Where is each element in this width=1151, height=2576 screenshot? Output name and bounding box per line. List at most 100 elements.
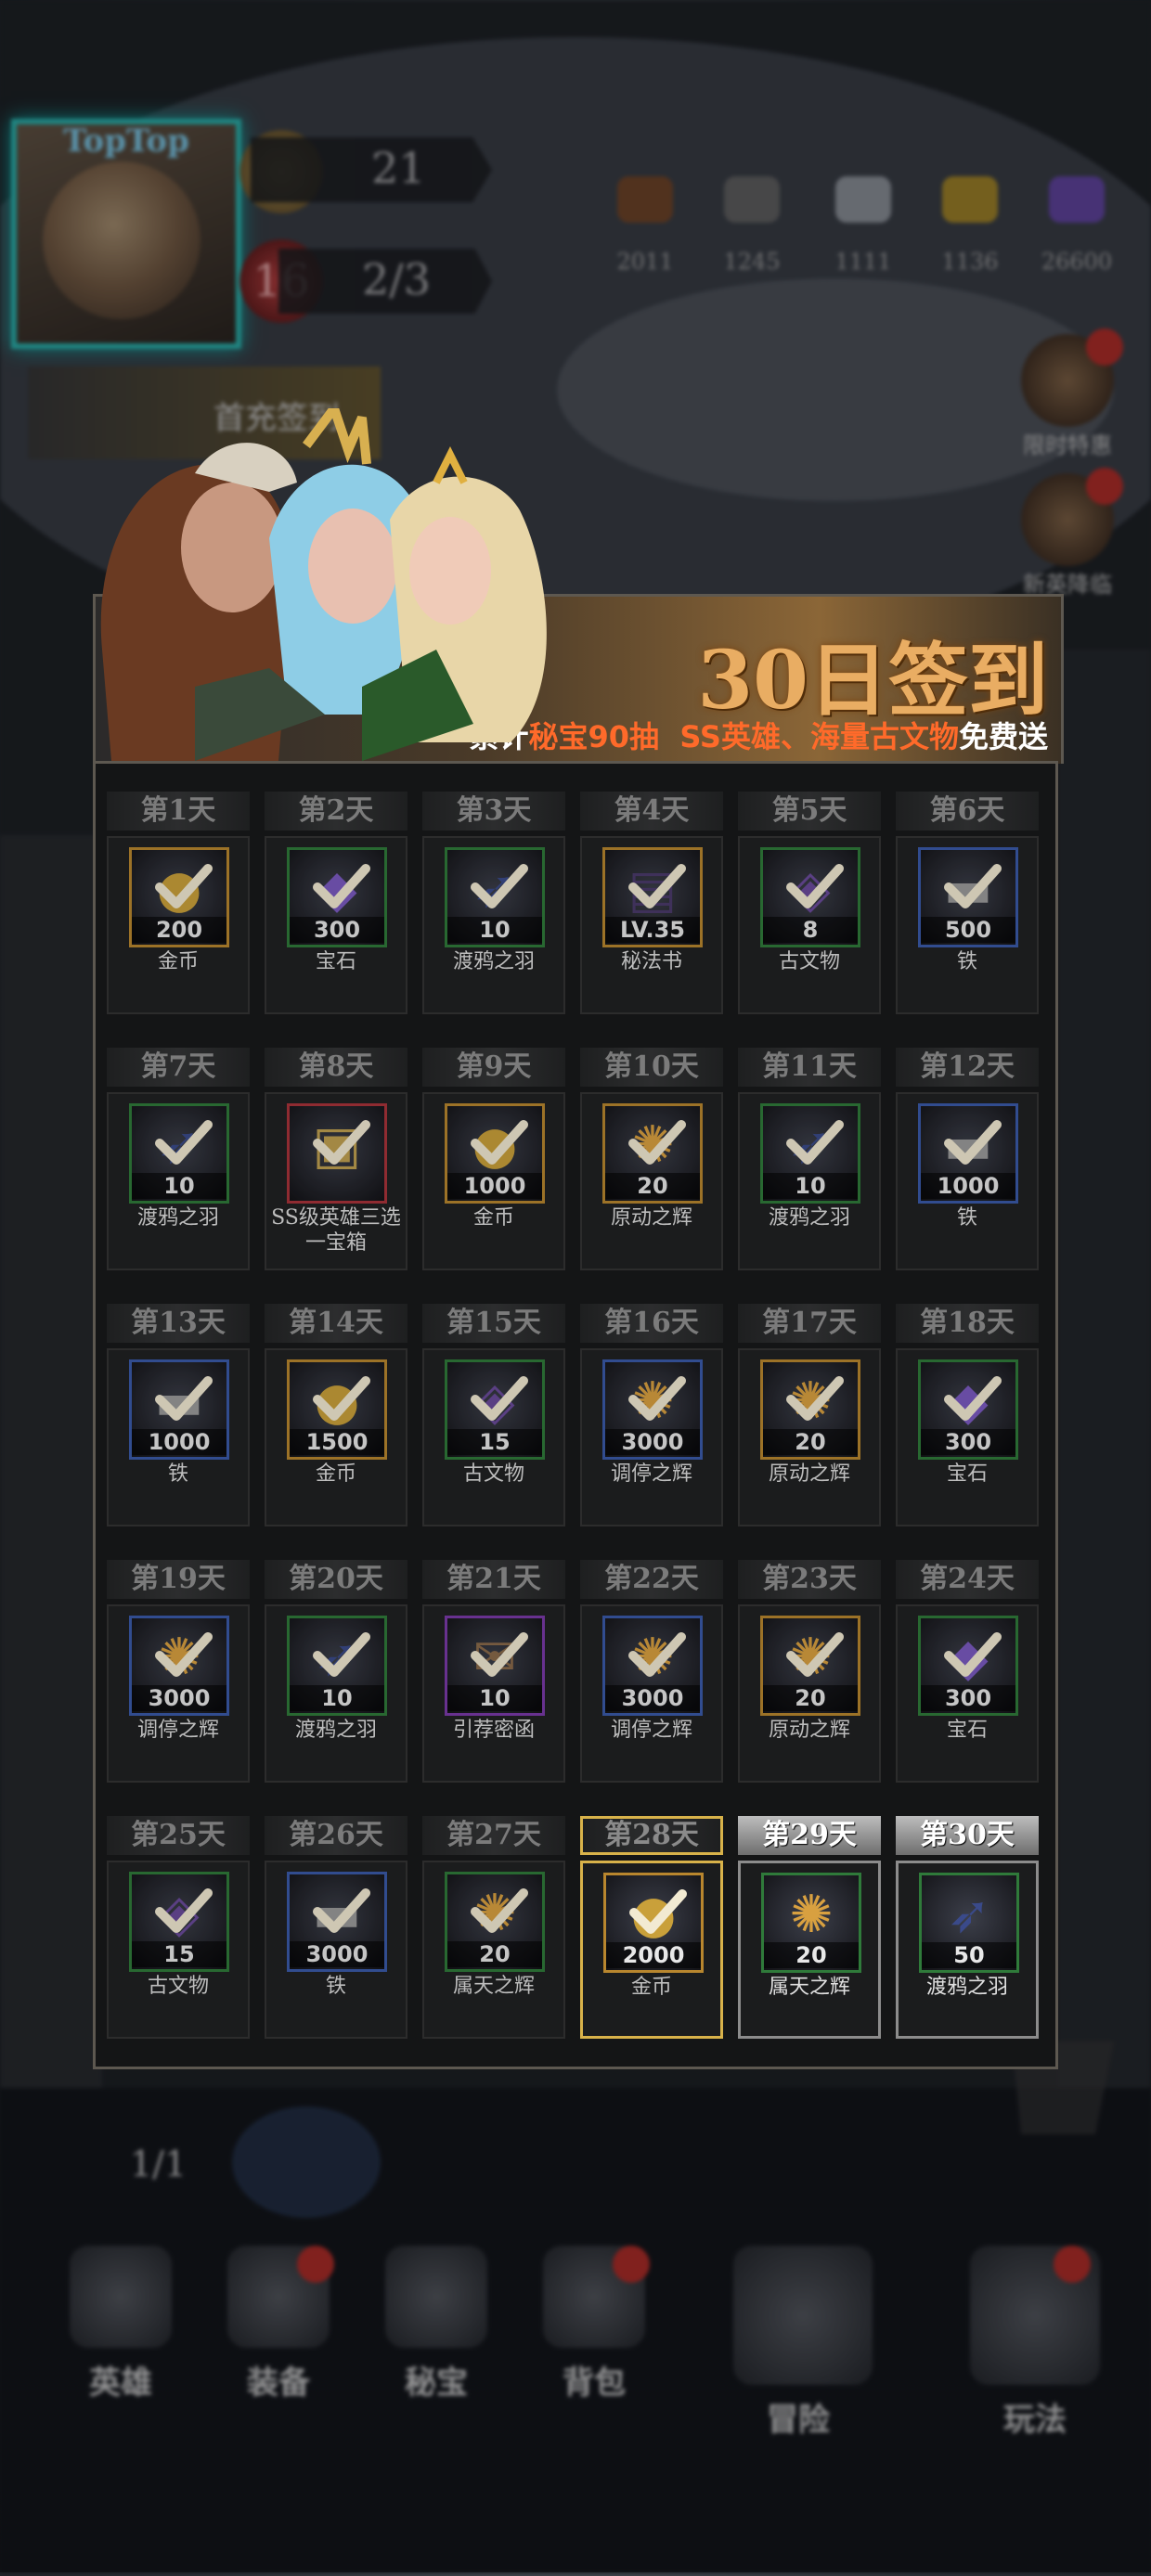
- item-quantity: 1000: [921, 1173, 1015, 1199]
- day-label: 第28天: [580, 1816, 723, 1855]
- subtitle-suffix: 免费送: [958, 719, 1048, 754]
- radiance-icon: ✺ 20: [445, 1872, 545, 1972]
- day-14-reward[interactable]: 第14天 ● 1500 金币: [265, 1304, 407, 1526]
- day-22-reward[interactable]: 第22天 ✺ 3000 调停之辉: [580, 1560, 723, 1783]
- heroine-portraits: [100, 408, 547, 761]
- day-29-reward[interactable]: 第29天 ✺ 20 属天之辉: [738, 1816, 881, 2039]
- day-3-reward[interactable]: 第3天 ➶ 10 渡鸦之羽: [422, 792, 565, 1014]
- item-name: 古文物: [462, 1462, 524, 1486]
- item-quantity: 300: [921, 1685, 1015, 1711]
- check-icon: [944, 1120, 1002, 1165]
- radiance-icon: ✺ 20: [760, 1616, 860, 1716]
- day-26-reward[interactable]: 第26天 ▬ 3000 铁: [265, 1816, 407, 2039]
- day-label: 第4天: [580, 792, 723, 831]
- day-2-reward[interactable]: 第2天 ◆ 300 宝石: [265, 792, 407, 1014]
- day-label: 第12天: [896, 1048, 1039, 1087]
- day-30-reward[interactable]: 第30天 ➶ 50 渡鸦之羽: [896, 1816, 1039, 2039]
- reward-card: ● 1000 金币: [422, 1092, 565, 1270]
- check-icon: [313, 864, 370, 908]
- day-11-reward[interactable]: 第11天 ➶ 10 渡鸦之羽: [738, 1048, 881, 1270]
- item-name: 铁: [325, 1975, 346, 1998]
- day-label: 第7天: [107, 1048, 250, 1087]
- day-16-reward[interactable]: 第16天 ✺ 3000 调停之辉: [580, 1304, 723, 1526]
- item-name: 渡鸦之羽: [136, 1206, 219, 1230]
- radiance-icon: ✺ 3000: [602, 1616, 703, 1716]
- item-quantity: 10: [447, 1685, 542, 1711]
- item-name: 原动之辉: [768, 1719, 850, 1742]
- relic-icon: ◈ 8: [760, 847, 860, 947]
- day-label: 第9天: [422, 1048, 565, 1087]
- check-icon: [155, 1120, 213, 1165]
- day-6-reward[interactable]: 第6天 ▬ 500 铁: [896, 792, 1039, 1014]
- item-name: 金币: [315, 1462, 356, 1486]
- coin-icon: ● 2000: [603, 1873, 704, 1973]
- day-19-reward[interactable]: 第19天 ✺ 3000 调停之辉: [107, 1560, 250, 1783]
- day-13-reward[interactable]: 第13天 ▬ 1000 铁: [107, 1304, 250, 1526]
- day-27-reward[interactable]: 第27天 ✺ 20 属天之辉: [422, 1816, 565, 2039]
- feather-icon: ➶ 10: [129, 1103, 229, 1204]
- iron-icon: ▬ 1000: [918, 1103, 1018, 1204]
- day-28-reward[interactable]: 第28天 ● 2000 金币: [580, 1816, 723, 2039]
- radiance-icon: ✺ 3000: [602, 1359, 703, 1460]
- check-icon: [471, 1376, 528, 1421]
- item-quantity: 10: [447, 917, 542, 943]
- check-icon: [155, 1888, 213, 1933]
- item-quantity: 20: [763, 1685, 858, 1711]
- day-7-reward[interactable]: 第7天 ➶ 10 渡鸦之羽: [107, 1048, 250, 1270]
- day-15-reward[interactable]: 第15天 ◈ 15 古文物: [422, 1304, 565, 1526]
- iron-icon: ▬ 500: [918, 847, 1018, 947]
- item-name: 古文物: [778, 950, 840, 973]
- day-label: 第8天: [265, 1048, 407, 1087]
- check-icon: [155, 864, 213, 908]
- reward-card: ✺ 20 原动之辉: [738, 1348, 881, 1526]
- radiance-icon: ✺ 20: [760, 1359, 860, 1460]
- item-glyph: ➶: [947, 1885, 991, 1945]
- item-quantity: 50: [922, 1942, 1016, 1968]
- check-icon: [628, 1376, 686, 1421]
- day-5-reward[interactable]: 第5天 ◈ 8 古文物: [738, 792, 881, 1014]
- reward-card: ◈ 15 古文物: [107, 1861, 250, 2039]
- day-8-reward[interactable]: 第8天 ▣ SS级英雄三选一宝箱: [265, 1048, 407, 1270]
- item-name: 属天之辉: [768, 1976, 850, 1999]
- reward-card: ✺ 20 属天之辉: [738, 1861, 881, 2039]
- subtitle-highlight-2: SS英雄、海量古文物: [679, 719, 959, 754]
- day-21-reward[interactable]: 第21天 ✉ 10 引荐密函: [422, 1560, 565, 1783]
- item-name: 渡鸦之羽: [768, 1206, 850, 1230]
- check-icon: [155, 1376, 213, 1421]
- sign-in-popup: 30日签到 累计秘宝90抽 SS英雄、海量古文物免费送 第1天 ● 200 金币…: [93, 408, 1064, 2069]
- reward-card: ▣ SS级英雄三选一宝箱: [265, 1092, 407, 1270]
- check-icon: [313, 1888, 370, 1933]
- item-quantity: 15: [447, 1429, 542, 1455]
- day-20-reward[interactable]: 第20天 ➶ 10 渡鸦之羽: [265, 1560, 407, 1783]
- reward-card: ▤ LV.35 秘法书: [580, 836, 723, 1014]
- day-24-reward[interactable]: 第24天 ◆ 300 宝石: [896, 1560, 1039, 1783]
- item-quantity: 2000: [606, 1942, 701, 1968]
- item-quantity: 20: [764, 1942, 859, 1968]
- day-23-reward[interactable]: 第23天 ✺ 20 原动之辉: [738, 1560, 881, 1783]
- day-9-reward[interactable]: 第9天 ● 1000 金币: [422, 1048, 565, 1270]
- day-1-reward[interactable]: 第1天 ● 200 金币: [107, 792, 250, 1014]
- check-icon: [471, 1888, 528, 1933]
- day-4-reward[interactable]: 第4天 ▤ LV.35 秘法书: [580, 792, 723, 1014]
- reward-card: ◆ 300 宝石: [896, 1348, 1039, 1526]
- item-quantity: 3000: [290, 1941, 384, 1967]
- radiance-icon: ✺ 20: [761, 1873, 861, 1973]
- day-25-reward[interactable]: 第25天 ◈ 15 古文物: [107, 1816, 250, 2039]
- item-quantity: 3000: [132, 1685, 226, 1711]
- item-name: 属天之辉: [452, 1975, 535, 1998]
- item-quantity: 3000: [605, 1685, 700, 1711]
- day-label: 第1天: [107, 792, 250, 831]
- feather-icon: ➶ 10: [287, 1616, 387, 1716]
- day-18-reward[interactable]: 第18天 ◆ 300 宝石: [896, 1304, 1039, 1526]
- item-name: 原动之辉: [768, 1462, 850, 1486]
- relic-icon: ◈ 15: [445, 1359, 545, 1460]
- reward-card: ● 2000 金币: [580, 1861, 723, 2039]
- day-12-reward[interactable]: 第12天 ▬ 1000 铁: [896, 1048, 1039, 1270]
- day-label: 第17天: [738, 1304, 881, 1343]
- day-10-reward[interactable]: 第10天 ✺ 20 原动之辉: [580, 1048, 723, 1270]
- item-name: 宝石: [946, 1462, 988, 1486]
- check-icon: [155, 1632, 213, 1677]
- reward-card: ✺ 20 原动之辉: [580, 1092, 723, 1270]
- item-quantity: 10: [132, 1173, 226, 1199]
- day-17-reward[interactable]: 第17天 ✺ 20 原动之辉: [738, 1304, 881, 1526]
